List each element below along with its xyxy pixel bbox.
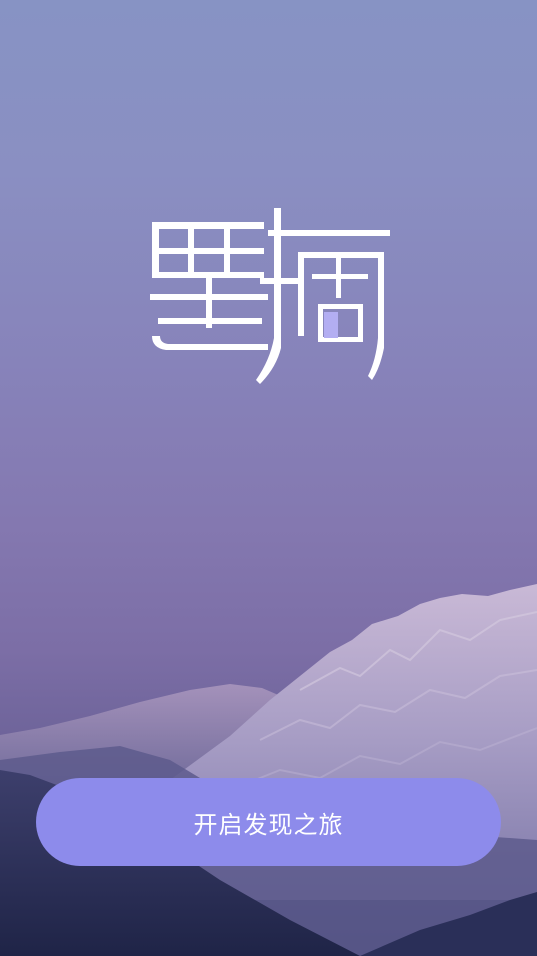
start-journey-button[interactable]: 开启发现之旅 xyxy=(36,778,501,866)
brand-logo xyxy=(150,208,390,384)
splash-screen: 开启发现之旅 xyxy=(0,0,537,956)
start-journey-label: 开启发现之旅 xyxy=(193,810,344,839)
logo-accent xyxy=(324,312,338,338)
